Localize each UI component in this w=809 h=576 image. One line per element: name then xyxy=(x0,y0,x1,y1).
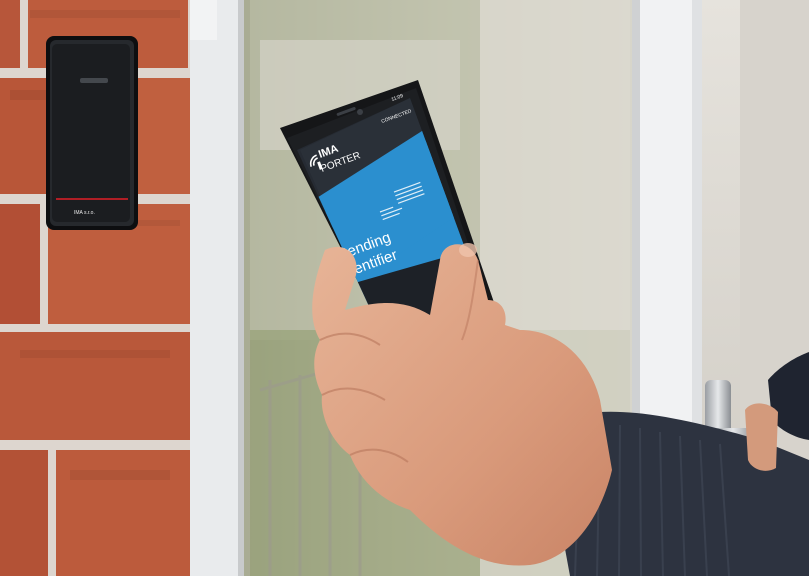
card-reader xyxy=(46,36,138,230)
photo-scene: IMA PORTER CONNECTED 11:09 Sending ident… xyxy=(0,0,809,576)
door-frame-left xyxy=(182,0,242,576)
reader-logo: IMA s.r.o. xyxy=(74,210,95,216)
scene-illustration: IMA PORTER CONNECTED 11:09 Sending ident… xyxy=(0,0,809,576)
second-hand xyxy=(745,403,778,471)
